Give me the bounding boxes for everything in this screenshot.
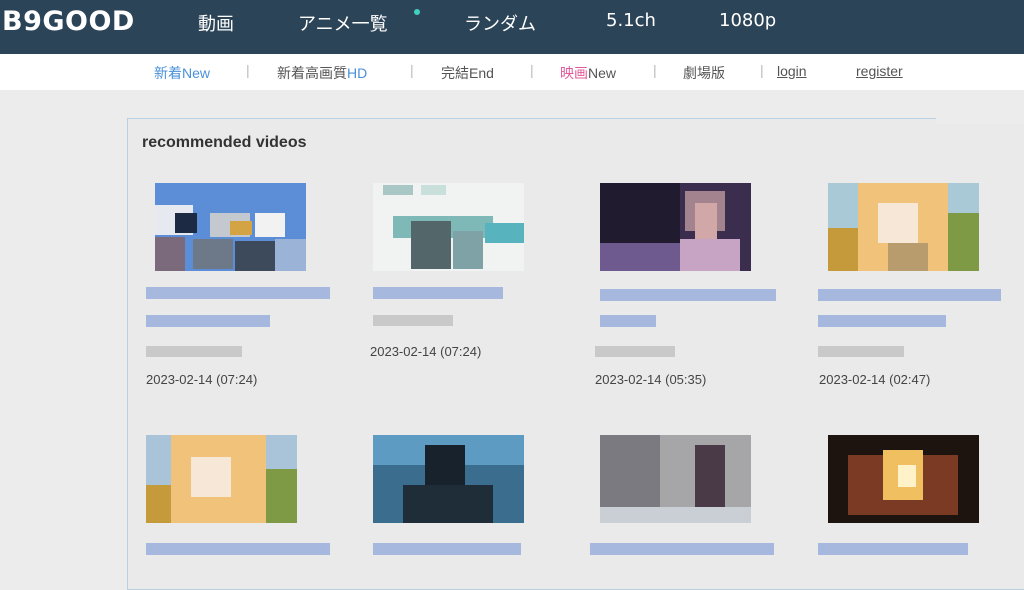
uploader-blurred xyxy=(818,346,904,357)
uploader-blurred xyxy=(595,346,675,357)
video-date: 2023-02-14 (02:47) xyxy=(819,372,931,387)
video-date: 2023-02-14 (07:24) xyxy=(146,372,258,387)
video-thumbnail[interactable] xyxy=(600,435,751,523)
subnav-new-hd[interactable]: 新着高画質HD xyxy=(277,63,367,83)
new-indicator-dot xyxy=(414,9,420,15)
separator: | xyxy=(410,62,414,78)
nav-5-1ch[interactable]: 5.1ch xyxy=(606,10,656,31)
subnav-movies[interactable]: 映画New xyxy=(560,63,616,83)
subnav-new[interactable]: 新着New xyxy=(154,63,210,83)
nav-1080p[interactable]: 1080p xyxy=(719,10,776,31)
video-thumbnail[interactable] xyxy=(373,183,524,271)
video-thumbnail[interactable] xyxy=(146,435,297,523)
nav-random[interactable]: ランダム xyxy=(464,10,536,36)
section-title: recommended videos xyxy=(142,134,307,151)
register-link[interactable]: register xyxy=(856,63,903,79)
site-logo[interactable]: B9GOOD xyxy=(2,6,135,37)
nav-anime-list[interactable]: アニメ一覧 xyxy=(298,10,388,36)
uploader-blurred xyxy=(146,346,242,357)
separator: | xyxy=(246,62,250,78)
subnav-theatrical[interactable]: 劇場版 xyxy=(683,63,725,83)
video-thumbnail[interactable] xyxy=(373,435,524,523)
separator: | xyxy=(760,62,764,78)
video-thumbnail[interactable] xyxy=(600,183,751,271)
video-thumbnail[interactable] xyxy=(828,183,979,271)
uploader-blurred xyxy=(373,315,453,326)
subnav-completed[interactable]: 完結End xyxy=(441,63,494,83)
nav-videos[interactable]: 動画 xyxy=(198,10,234,36)
login-link[interactable]: login xyxy=(777,63,807,79)
video-date: 2023-02-14 (05:35) xyxy=(595,372,707,387)
video-thumbnail[interactable] xyxy=(828,435,979,523)
separator: | xyxy=(530,62,534,78)
sub-navbar: 新着New | 新着高画質HD | 完結End | 映画New | 劇場版 | … xyxy=(0,54,1024,90)
video-thumbnail[interactable] xyxy=(155,183,306,271)
video-date: 2023-02-14 (07:24) xyxy=(370,344,482,359)
top-navbar: B9GOOD 動画 アニメ一覧 ランダム 5.1ch 1080p xyxy=(0,0,1024,54)
separator: | xyxy=(653,62,657,78)
